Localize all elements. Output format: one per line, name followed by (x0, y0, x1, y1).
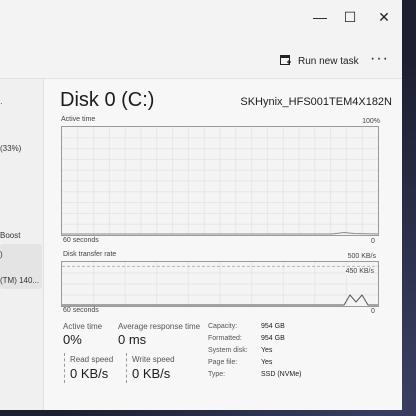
write-speed-separator (126, 353, 127, 383)
maximize-button[interactable]: ☐ (334, 4, 366, 30)
read-speed-value: 0 KB/s (70, 366, 109, 381)
device-sidebar: · (33%) ) Boost (TM) 140... (0, 79, 44, 410)
task-manager-window: — ☐ ✕ Run new task ··· · (33%) ) Boost (… (0, 0, 402, 410)
prop-key-formatted: Formatted: (208, 335, 242, 342)
run-task-icon (280, 54, 292, 69)
close-button[interactable]: ✕ (368, 4, 400, 30)
transfer-x-left-label: 60 seconds (63, 307, 99, 314)
read-speed-separator (64, 353, 65, 383)
write-speed-label: Write speed (132, 355, 175, 364)
title-bar: — ☐ ✕ (0, 0, 402, 34)
prop-value-page-file: Yes (261, 359, 273, 366)
active-time-stat-value: 0% (63, 332, 82, 347)
page-title: Disk 0 (C:) (60, 89, 155, 111)
transfer-x-right-label: 0 (371, 308, 375, 315)
prop-value-type: SSD (NVMe) (261, 371, 302, 378)
run-new-task-label: Run new task (298, 55, 359, 67)
sidebar-fragment-gpu[interactable]: (TM) 140... (0, 276, 39, 285)
transfer-inner-label: 450 KB/s (345, 268, 374, 275)
transfer-max-label: 500 KB/s (347, 253, 376, 260)
transfer-rate-graph: 450 KB/s (61, 261, 379, 307)
prop-key-system-disk: System disk: (208, 347, 248, 354)
active-time-graph (61, 126, 379, 236)
active-time-graph-label: Active time (61, 116, 96, 123)
active-time-x-left-label: 60 seconds (63, 237, 99, 244)
minimize-button[interactable]: — (304, 4, 336, 30)
prop-value-formatted: 954 GB (261, 335, 285, 342)
sidebar-fragment-boost[interactable]: Boost (0, 231, 20, 240)
more-options-button[interactable]: ··· (370, 50, 389, 68)
write-speed-value: 0 KB/s (132, 366, 171, 381)
response-time-label: Average response time (118, 322, 201, 331)
sidebar-fragment-memory[interactable]: (33%) (0, 144, 21, 153)
prop-key-capacity: Capacity: (208, 323, 238, 330)
disk-model: SKHynix_HFS001TEM4X182N (240, 96, 392, 108)
prop-value-capacity: 954 GB (261, 323, 285, 330)
sidebar-separator: · (0, 99, 3, 108)
prop-key-type: Type: (208, 371, 226, 378)
active-time-x-right-label: 0 (371, 238, 375, 245)
prop-value-system-disk: Yes (261, 347, 273, 354)
read-speed-label: Read speed (70, 355, 114, 364)
prop-key-page-file: Page file: (208, 359, 238, 366)
response-time-value: 0 ms (118, 332, 147, 347)
active-time-max-label: 100% (362, 118, 380, 125)
active-time-stat-label: Active time (63, 322, 103, 331)
disk-details-panel: Disk 0 (C:) SKHynix_HFS001TEM4X182N Acti… (44, 79, 402, 410)
transfer-graph-label: Disk transfer rate (63, 251, 117, 258)
run-new-task-button[interactable]: Run new task (280, 50, 359, 72)
command-bar: Run new task ··· (0, 44, 402, 78)
sidebar-fragment-disk: ) (0, 250, 3, 259)
